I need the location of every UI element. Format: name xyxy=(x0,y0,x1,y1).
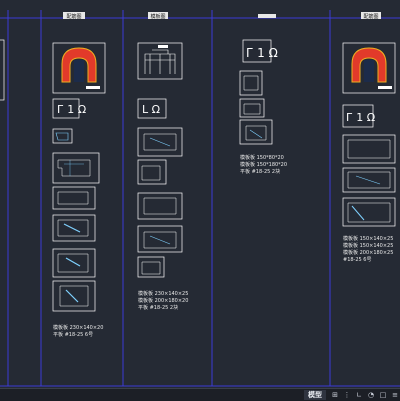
osnap-icon[interactable]: □ xyxy=(378,390,388,400)
tunnel-opening xyxy=(74,60,84,82)
sheet2-note-2: 平板 #18-25 6号 xyxy=(53,331,93,338)
ortho-icon[interactable]: ∟ xyxy=(354,390,364,400)
snap-icon[interactable]: ⋮ xyxy=(342,390,352,400)
sheet3-note-3: 平板 #18-25 2块 xyxy=(138,304,178,311)
sheet2-drawings: Г 1 Ω xyxy=(52,42,106,312)
plan-frame xyxy=(239,70,263,96)
sheet-title-box xyxy=(258,14,276,18)
sheet1-frame xyxy=(0,39,5,101)
sheet4-drawings: Г 1 Ω xyxy=(239,39,278,145)
sheet2-note-1: 模板板 230×140×20 xyxy=(53,324,103,331)
plan-frame xyxy=(239,98,265,118)
lineweight-icon[interactable]: ≡ xyxy=(390,390,400,400)
detail-glyphs: Г 1 Ω xyxy=(57,103,86,116)
sheet4-note-2: 模板板 150*180*20 xyxy=(240,161,287,168)
detail-glyphs: Г 1 Ω xyxy=(346,111,375,124)
sheet3-title: 模板图 xyxy=(150,13,165,20)
sheet3-note-1: 模板板 230×140×25 xyxy=(138,290,188,297)
sheet5-title: 配筋图 xyxy=(363,13,378,20)
detail-frame xyxy=(52,128,73,144)
sheet5-drawings: Г 1 Ω xyxy=(342,42,396,227)
sheet5-note-1: 模板板 150×140×25 xyxy=(343,235,393,242)
tunnel-caption xyxy=(86,86,100,89)
sheet5-note-4: #18-25 6号 xyxy=(343,257,372,263)
sheet4-note-3: 平板 #18-25 2块 xyxy=(240,168,280,175)
status-bar: 模型 ⊞ ⋮ ∟ ◔ □ ≡ xyxy=(0,388,400,401)
model-tab-button[interactable]: 模型 xyxy=(304,390,326,400)
grid-icon[interactable]: ⊞ xyxy=(330,390,340,400)
detail-glyphs: L Ω xyxy=(142,103,160,116)
sheet5-note-3: 模板板 200×180×25 xyxy=(343,249,393,256)
plan-frame xyxy=(342,167,396,193)
plan-frame xyxy=(239,119,273,145)
model-space-svg[interactable]: 配筋图 模板图 配筋图 Г 1 Ω 模板板 230×140×20 平板 #18-… xyxy=(0,0,400,388)
tunnel-opening xyxy=(364,60,374,82)
polar-icon[interactable]: ◔ xyxy=(366,390,376,400)
plan-frame xyxy=(137,192,183,220)
detail-glyphs: Г 1 Ω xyxy=(246,46,278,60)
plan-frame xyxy=(52,186,96,210)
plan-frame xyxy=(52,214,96,242)
sheet3-note-2: 模板板 200×180×20 xyxy=(138,297,188,304)
plan-frame xyxy=(342,134,396,164)
sheet2-title: 配筋图 xyxy=(66,13,81,20)
sheet5-note-2: 模板板 150×140×25 xyxy=(343,242,393,249)
drawing-canvas[interactable]: 配筋图 模板图 配筋图 Г 1 Ω 模板板 230×140×20 平板 #18-… xyxy=(0,0,400,388)
sheet3-drawings: L Ω xyxy=(137,42,183,278)
sheet4-note-1: 模板板 150*80*20 xyxy=(240,154,284,161)
plan-frame xyxy=(52,280,96,312)
